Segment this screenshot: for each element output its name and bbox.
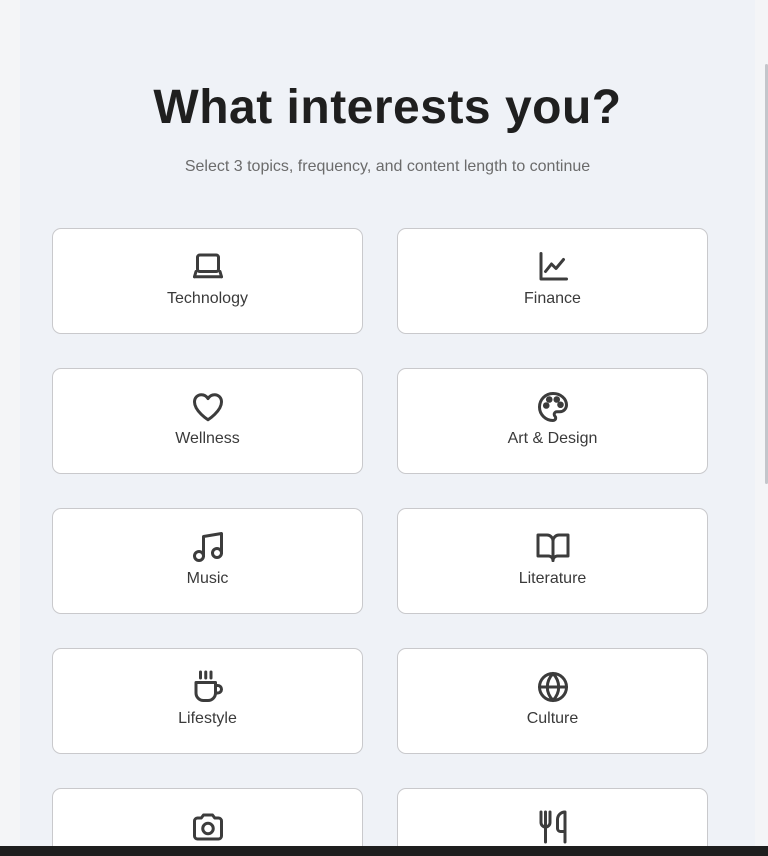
globe-icon — [534, 669, 572, 705]
topic-card-photography[interactable] — [52, 788, 363, 846]
heart-icon — [189, 389, 227, 425]
topic-label: Wellness — [175, 430, 240, 447]
topic-card-culture[interactable]: Culture — [397, 648, 708, 754]
coffee-cup-icon — [189, 669, 227, 705]
page-subtitle: Select 3 topics, frequency, and content … — [184, 158, 591, 175]
topic-card-food[interactable] — [397, 788, 708, 846]
chart-line-icon — [534, 249, 572, 285]
topic-label: Literature — [518, 570, 587, 587]
topic-card-literature[interactable]: Literature — [397, 508, 708, 614]
onboarding-page: What interests you? Select 3 topics, fre… — [20, 0, 755, 846]
topic-label: Lifestyle — [178, 710, 237, 727]
topic-card-wellness[interactable]: Wellness — [52, 368, 363, 474]
music-note-icon — [189, 529, 227, 565]
fork-knife-icon — [534, 809, 572, 845]
topic-label: Music — [186, 570, 229, 587]
topic-card-technology[interactable]: Technology — [52, 228, 363, 334]
topic-label: Finance — [524, 290, 581, 307]
topic-label: Art & Design — [507, 430, 598, 447]
page-title: What interests you? — [153, 81, 622, 134]
topic-card-art-design[interactable]: Art & Design — [397, 368, 708, 474]
status-bar — [0, 846, 768, 856]
topic-card-finance[interactable]: Finance — [397, 228, 708, 334]
laptop-icon — [189, 249, 227, 285]
camera-icon — [189, 809, 227, 845]
topic-label: Technology — [167, 290, 248, 307]
topic-card-lifestyle[interactable]: Lifestyle — [52, 648, 363, 754]
topic-card-music[interactable]: Music — [52, 508, 363, 614]
palette-icon — [534, 389, 572, 425]
open-book-icon — [534, 529, 572, 565]
topic-label: Culture — [526, 710, 579, 727]
